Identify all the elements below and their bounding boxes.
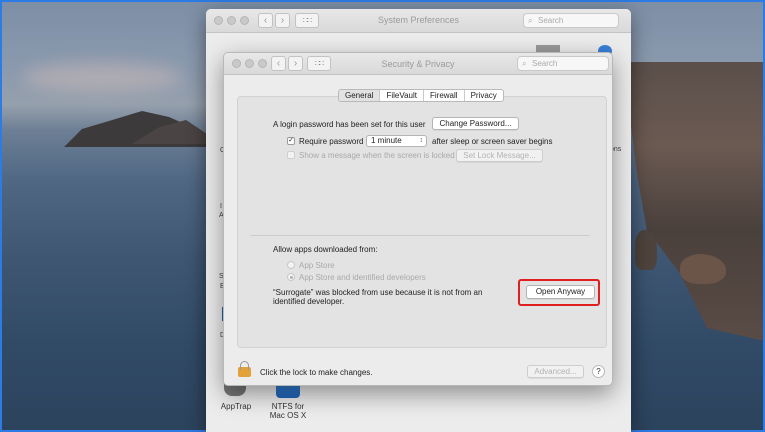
login-password-text: A login password has been set for this u… bbox=[273, 120, 426, 129]
search-placeholder: Search bbox=[532, 59, 558, 68]
show-message-checkbox[interactable] bbox=[287, 151, 295, 159]
after-sleep-text: after sleep or screen saver begins bbox=[432, 137, 553, 146]
checkmark-icon: ✓ bbox=[288, 137, 294, 144]
lock-bar: Click the lock to make changes. Advanced… bbox=[224, 359, 612, 385]
radio-app-store-label: App Store bbox=[299, 261, 335, 270]
search-icon: ⌕ bbox=[522, 59, 527, 68]
section-divider bbox=[250, 235, 590, 236]
tab-firewall[interactable]: Firewall bbox=[424, 90, 465, 101]
show-message-label: Show a message when the screen is locked bbox=[299, 151, 455, 160]
require-password-checkbox[interactable]: ✓ bbox=[287, 137, 295, 145]
wallpaper-cloud bbox=[22, 62, 182, 92]
advanced-button[interactable]: Advanced... bbox=[527, 365, 584, 378]
search-placeholder: Search bbox=[538, 16, 564, 25]
tab-privacy[interactable]: Privacy bbox=[465, 90, 503, 101]
require-password-label: Require password bbox=[299, 137, 364, 146]
blocked-message-line2: identified developer. bbox=[273, 297, 345, 306]
allow-apps-label: Allow apps downloaded from: bbox=[273, 245, 378, 254]
app-label-ntfs[interactable]: NTFS for Mac OS X bbox=[266, 402, 310, 420]
help-button[interactable]: ? bbox=[592, 365, 605, 378]
pref-label-fragment: I bbox=[220, 203, 222, 210]
password-delay-select[interactable]: 1 minute ↕ bbox=[366, 135, 427, 147]
radio-identified-developers[interactable] bbox=[287, 273, 295, 281]
select-arrows-icon: ↕ bbox=[419, 137, 424, 144]
change-password-button[interactable]: Change Password... bbox=[432, 117, 519, 130]
search-input[interactable]: ⌕ Search bbox=[517, 56, 609, 71]
set-lock-message-button[interactable]: Set Lock Message... bbox=[456, 149, 543, 162]
tab-filevault[interactable]: FileVault bbox=[380, 90, 424, 101]
open-anyway-highlight bbox=[518, 279, 600, 306]
search-icon: ⌕ bbox=[528, 16, 533, 25]
wallpaper-rock bbox=[635, 230, 657, 270]
security-titlebar: ‹ › ∷∷ Security & Privacy ⌕ Search bbox=[224, 53, 612, 75]
lock-text: Click the lock to make changes. bbox=[260, 368, 373, 377]
search-input[interactable]: ⌕ Search bbox=[523, 13, 619, 28]
password-delay-value: 1 minute bbox=[371, 136, 402, 145]
general-panel bbox=[237, 96, 607, 348]
wallpaper-rock bbox=[680, 254, 726, 284]
wallpaper-cliff bbox=[630, 62, 763, 342]
app-label-apptrap[interactable]: AppTrap bbox=[218, 402, 254, 411]
security-privacy-window: ‹ › ∷∷ Security & Privacy ⌕ Search Gener… bbox=[223, 52, 613, 386]
tab-bar: General FileVault Firewall Privacy bbox=[338, 89, 504, 102]
radio-app-store[interactable] bbox=[287, 261, 295, 269]
blocked-message-line1: “Surrogate” was blocked from use because… bbox=[273, 288, 483, 297]
lock-icon[interactable] bbox=[238, 361, 251, 377]
tab-general[interactable]: General bbox=[339, 90, 381, 101]
radio-identified-label: App Store and identified developers bbox=[299, 273, 426, 282]
sp-titlebar: ‹ › ∷∷ System Preferences ⌕ Search bbox=[206, 9, 631, 33]
